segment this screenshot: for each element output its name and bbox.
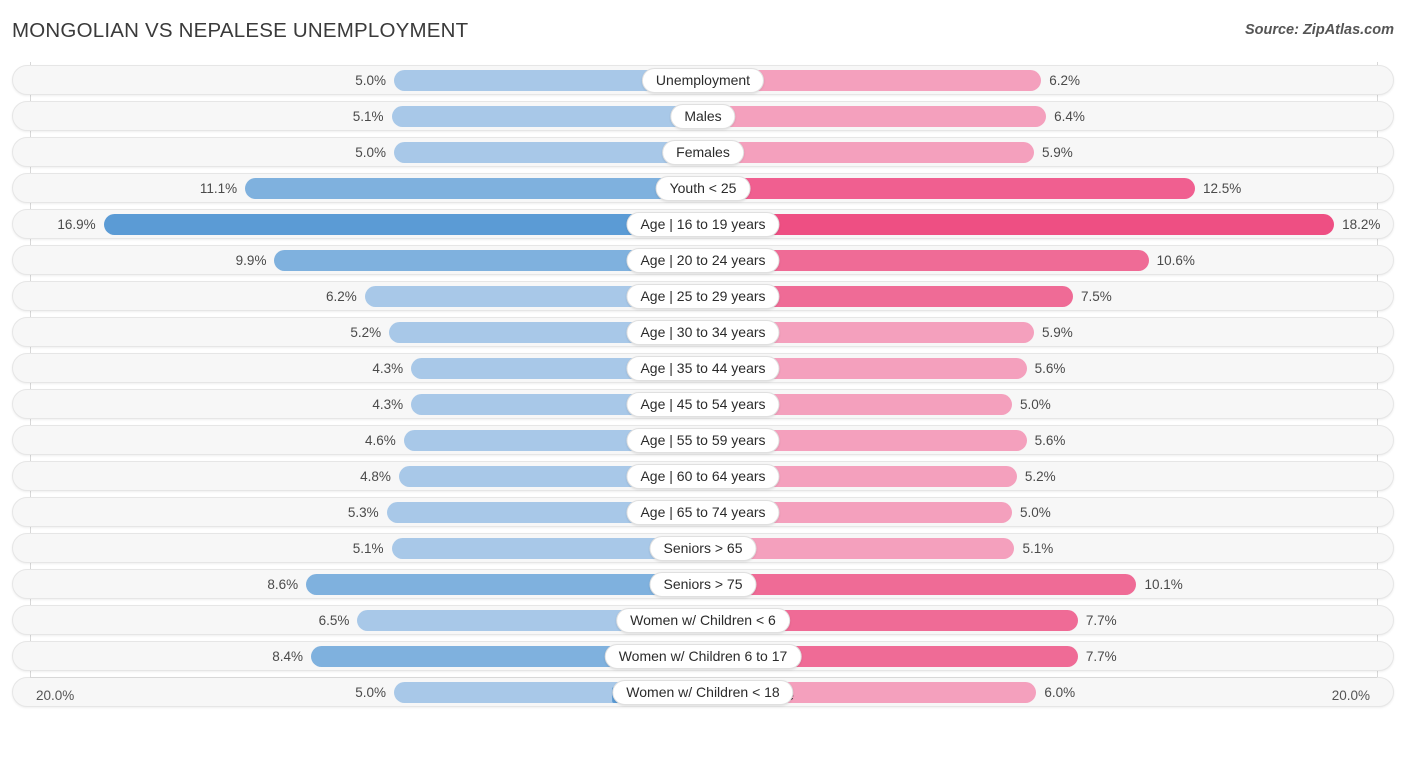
category-label[interactable]: Age | 60 to 64 years — [626, 464, 780, 489]
chart-row[interactable]: 5.1% 5.1% Seniors > 65 — [0, 530, 1406, 566]
value-label-mongolian: 16.9% — [57, 217, 96, 232]
chart-row[interactable]: 4.3% 5.0% Age | 45 to 54 years — [0, 386, 1406, 422]
category-label[interactable]: Seniors > 65 — [649, 536, 757, 561]
chart-row[interactable]: 8.6% 10.1% Seniors > 75 — [0, 566, 1406, 602]
value-label-mongolian: 4.3% — [372, 397, 404, 412]
value-label-nepalese: 7.5% — [1081, 289, 1112, 304]
value-label-mongolian: 5.1% — [352, 109, 384, 124]
value-label-nepalese: 10.6% — [1156, 253, 1195, 268]
value-label-nepalese: 5.6% — [1034, 433, 1066, 448]
value-label-mongolian: 5.0% — [355, 145, 386, 160]
value-label-nepalese: 7.7% — [1085, 649, 1117, 664]
value-label-mongolian: 5.3% — [347, 505, 379, 520]
chart-rows: 5.0% 6.2% Unemployment 5.1% 6.4% Males 5.0% 5.9… — [0, 62, 1406, 710]
value-label-nepalese: 6.2% — [1049, 73, 1081, 88]
chart-row[interactable]: 5.2% 5.9% Age | 30 to 34 years — [0, 314, 1406, 350]
chart-row[interactable]: 4.6% 5.6% Age | 55 to 59 years — [0, 422, 1406, 458]
value-label-mongolian: 8.4% — [272, 649, 304, 664]
value-label-mongolian: 4.6% — [364, 433, 396, 448]
category-label[interactable]: Women w/ Children < 6 — [616, 608, 790, 633]
value-label-mongolian: 11.1% — [199, 181, 238, 196]
bar-mongolian[interactable] — [245, 178, 703, 199]
value-label-nepalese: 12.5% — [1203, 181, 1242, 196]
value-label-nepalese: 6.4% — [1054, 109, 1085, 124]
category-label[interactable]: Age | 35 to 44 years — [626, 356, 780, 381]
chart-row[interactable]: 11.1% 12.5% Youth < 25 — [0, 170, 1406, 206]
value-label-mongolian: 8.6% — [267, 577, 299, 592]
category-label[interactable]: Age | 25 to 29 years — [626, 284, 780, 309]
chart-row[interactable]: 5.1% 6.4% Males — [0, 98, 1406, 134]
category-label[interactable]: Age | 65 to 74 years — [626, 500, 780, 525]
category-label[interactable]: Age | 55 to 59 years — [626, 428, 780, 453]
bar-mongolian[interactable] — [306, 574, 703, 595]
chart-row[interactable]: 16.9% 18.2% Age | 16 to 19 years — [0, 206, 1406, 242]
bar-nepalese[interactable] — [703, 106, 1047, 127]
value-label-nepalese: 10.1% — [1144, 577, 1183, 592]
value-label-nepalese: 5.0% — [1020, 505, 1051, 520]
axis-label-left: 20.0% — [36, 688, 75, 703]
bar-nepalese[interactable] — [703, 142, 1034, 163]
value-label-mongolian: 5.0% — [355, 73, 386, 88]
chart-row[interactable]: 8.4% 7.7% Women w/ Children 6 to 17 — [0, 638, 1406, 674]
bar-nepalese[interactable] — [703, 574, 1137, 595]
category-label[interactable]: Males — [670, 104, 736, 129]
value-label-nepalese: 5.1% — [1022, 541, 1054, 556]
value-label-mongolian: 6.2% — [325, 289, 357, 304]
chart-row[interactable]: 5.0% 6.2% Unemployment — [0, 62, 1406, 98]
bar-nepalese[interactable] — [703, 214, 1335, 235]
category-label[interactable]: Age | 30 to 34 years — [626, 320, 780, 345]
axis-label-right: 20.0% — [1331, 688, 1370, 703]
chart-row[interactable]: 4.3% 5.6% Age | 35 to 44 years — [0, 350, 1406, 386]
category-label[interactable]: Females — [662, 140, 744, 165]
value-label-mongolian: 5.2% — [350, 325, 382, 340]
value-label-mongolian: 4.8% — [360, 469, 391, 484]
bar-mongolian[interactable] — [103, 214, 703, 235]
bar-mongolian[interactable] — [394, 142, 703, 163]
category-label[interactable]: Women w/ Children 6 to 17 — [604, 644, 802, 669]
value-label-mongolian: 6.5% — [318, 613, 350, 628]
axis-rule — [30, 677, 1377, 678]
bar-mongolian[interactable] — [391, 106, 703, 127]
page-title: MONGOLIAN VS NEPALESE UNEMPLOYMENT — [12, 19, 469, 42]
category-label[interactable]: Age | 20 to 24 years — [626, 248, 780, 273]
chart-row[interactable]: 5.0% 5.9% Females — [0, 134, 1406, 170]
value-label-nepalese: 18.2% — [1342, 217, 1381, 232]
value-label-mongolian: 5.1% — [352, 541, 384, 556]
category-label[interactable]: Age | 45 to 54 years — [626, 392, 780, 417]
value-label-nepalese: 5.9% — [1041, 325, 1073, 340]
chart-header: MONGOLIAN VS NEPALESE UNEMPLOYMENT Sourc… — [0, 0, 1406, 62]
chart-row[interactable]: 5.3% 5.0% Age | 65 to 74 years — [0, 494, 1406, 530]
value-label-mongolian: 9.9% — [235, 253, 267, 268]
chart-row[interactable]: 6.2% 7.5% Age | 25 to 29 years — [0, 278, 1406, 314]
value-label-nepalese: 7.7% — [1085, 613, 1117, 628]
category-label[interactable]: Seniors > 75 — [649, 572, 757, 597]
category-label[interactable]: Age | 16 to 19 years — [626, 212, 780, 237]
chart-row[interactable]: 6.5% 7.7% Women w/ Children < 6 — [0, 602, 1406, 638]
value-label-nepalese: 5.9% — [1041, 145, 1073, 160]
source-attribution: Source: ZipAtlas.com — [1244, 22, 1394, 38]
value-label-nepalese: 5.6% — [1034, 361, 1066, 376]
value-label-nepalese: 5.2% — [1024, 469, 1056, 484]
chart-page: MONGOLIAN VS NEPALESE UNEMPLOYMENT Sourc… — [0, 0, 1406, 757]
chart-row[interactable]: 4.8% 5.2% Age | 60 to 64 years — [0, 458, 1406, 494]
value-label-nepalese: 5.0% — [1020, 397, 1051, 412]
chart-row[interactable]: 9.9% 10.6% Age | 20 to 24 years — [0, 242, 1406, 278]
category-label[interactable]: Women w/ Children < 18 — [612, 680, 794, 705]
chart-plot-area: 5.0% 6.2% Unemployment 5.1% 6.4% Males 5.0% 5.9… — [0, 62, 1406, 717]
category-label[interactable]: Youth < 25 — [655, 176, 751, 201]
category-label[interactable]: Unemployment — [641, 68, 765, 93]
bar-nepalese[interactable] — [703, 178, 1195, 199]
value-label-mongolian: 4.3% — [372, 361, 404, 376]
